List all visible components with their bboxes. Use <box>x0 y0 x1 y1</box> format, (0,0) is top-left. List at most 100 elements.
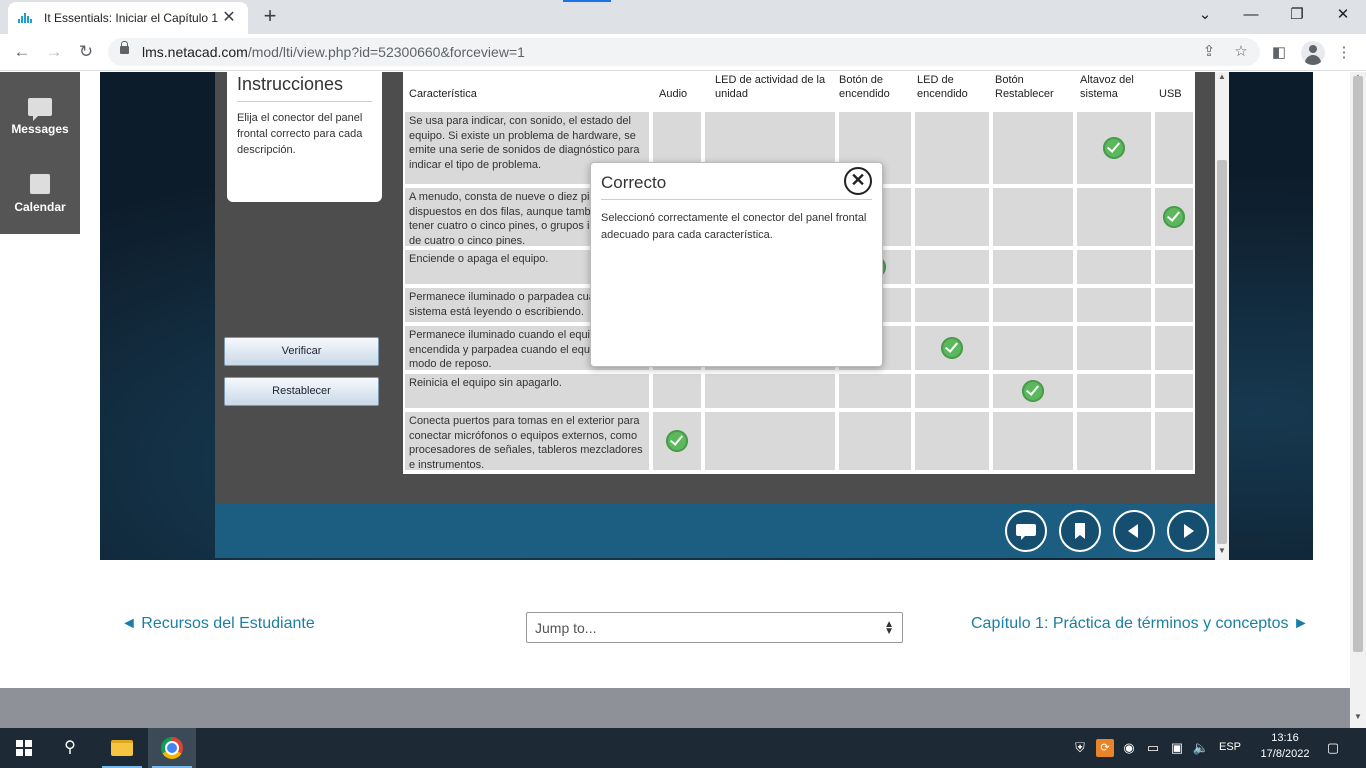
profile-avatar[interactable] <box>1301 41 1325 65</box>
chrome-icon <box>161 737 183 759</box>
header-power-button: Botón de encendido <box>839 74 890 100</box>
close-icon[interactable]: ✕ <box>844 167 872 195</box>
header-characteristic: Característica <box>409 88 477 100</box>
new-tab-button[interactable]: + <box>258 4 282 28</box>
previous-icon[interactable] <box>1113 510 1155 552</box>
tab-title: It Essentials: Iniciar el Capítulo 1 <box>44 11 219 25</box>
url-text[interactable]: lms.netacad.com/mod/lti/view.php?id=5230… <box>142 44 525 60</box>
drop-cell-reset-button[interactable] <box>993 326 1073 370</box>
correct-check-icon <box>941 337 963 359</box>
clock-date[interactable]: 17/8/2022 <box>1250 748 1320 760</box>
bookmark-star-icon[interactable]: ☆ <box>1230 42 1252 62</box>
browser-tab-strip: It Essentials: Iniciar el Capítulo 1 ✕ +… <box>0 0 1366 34</box>
correct-check-icon <box>1103 137 1125 159</box>
chrome-taskbar-button[interactable] <box>148 728 196 768</box>
minimize-window-button[interactable]: — <box>1228 0 1274 30</box>
page-content: Messages Calendar Instrucciones Elija el… <box>0 72 1350 728</box>
drop-cell-power-led[interactable] <box>915 412 989 470</box>
drop-cell-reset-button[interactable] <box>993 288 1073 322</box>
frame-scrollbar-thumb[interactable] <box>1217 160 1227 544</box>
prev-activity-link[interactable]: ◄ Recursos del Estudiante <box>121 615 315 633</box>
next-activity-link[interactable]: Capítulo 1: Práctica de términos y conce… <box>971 615 1309 633</box>
scroll-up-icon[interactable]: ▲ <box>1215 72 1229 81</box>
page-scroll-down-icon[interactable]: ▼ <box>1350 712 1366 721</box>
folder-icon <box>111 740 133 756</box>
language-indicator[interactable]: ESP <box>1216 741 1244 753</box>
meet-now-icon[interactable]: ▣ <box>1168 739 1186 757</box>
drop-cell-speaker[interactable] <box>1077 374 1151 408</box>
calendar-icon <box>30 174 50 194</box>
drop-cell-speaker[interactable] <box>1077 412 1151 470</box>
search-icon[interactable]: ⚲ <box>60 738 80 758</box>
drop-cell-usb[interactable] <box>1155 288 1193 322</box>
drop-cell-speaker[interactable] <box>1077 326 1151 370</box>
lms-sidebar: Messages Calendar <box>0 72 80 234</box>
windows-start-icon[interactable] <box>16 740 32 756</box>
drop-cell-speaker[interactable] <box>1077 250 1151 284</box>
header-usb: USB <box>1159 88 1182 100</box>
notifications-icon[interactable]: ▢ <box>1324 739 1342 757</box>
reset-button[interactable]: Restablecer <box>224 377 379 406</box>
comment-icon[interactable] <box>1005 510 1047 552</box>
restore-window-button[interactable]: ❐ <box>1274 0 1320 30</box>
back-icon[interactable]: ← <box>8 40 36 64</box>
bookmark-icon[interactable] <box>1059 510 1101 552</box>
network-icon[interactable]: ▭ <box>1144 739 1162 757</box>
address-bar[interactable]: lms.netacad.com/mod/lti/view.php?id=5230… <box>108 38 1260 66</box>
drop-cell-power-button[interactable] <box>839 412 911 470</box>
tab-search-dropdown-icon[interactable]: ⌄ <box>1182 0 1228 30</box>
drop-cell-usb[interactable] <box>1155 250 1193 284</box>
reload-icon[interactable]: ↻ <box>72 40 100 64</box>
verify-button[interactable]: Verificar <box>224 337 379 366</box>
sidebar-item-calendar[interactable]: Calendar <box>0 174 80 214</box>
player-control-bar <box>215 504 1215 558</box>
drop-cell-led-drive[interactable] <box>705 374 835 408</box>
drop-cell-speaker[interactable] <box>1077 188 1151 246</box>
page-scrollbar[interactable]: ▲ ▼ <box>1350 72 1366 728</box>
close-window-button[interactable]: ✕ <box>1320 0 1366 30</box>
drop-cell-reset-button[interactable] <box>993 112 1073 184</box>
drop-cell-power-led[interactable] <box>915 374 989 408</box>
messages-icon <box>28 98 52 121</box>
drop-cell-usb[interactable] <box>1155 374 1193 408</box>
drop-cell-audio[interactable] <box>653 374 701 408</box>
clock-time[interactable]: 13:16 <box>1250 732 1320 744</box>
drop-cell-speaker[interactable] <box>1077 288 1151 322</box>
address-toolbar: ← → ↻ lms.netacad.com/mod/lti/view.php?i… <box>0 34 1366 71</box>
drop-cell-usb[interactable] <box>1155 412 1193 470</box>
frame-scrollbar[interactable]: ▲ ▼ <box>1215 72 1229 560</box>
drop-cell-power-led[interactable] <box>915 188 989 246</box>
forward-icon[interactable]: → <box>40 40 68 64</box>
correct-check-icon <box>1022 380 1044 402</box>
volume-muted-icon[interactable]: 🔈 <box>1192 739 1210 757</box>
drop-cell-usb[interactable] <box>1155 112 1193 184</box>
drop-cell-usb[interactable] <box>1155 326 1193 370</box>
orange-app-tray-icon[interactable]: ⟳ <box>1096 739 1114 757</box>
security-shield-icon[interactable]: ⛨ <box>1071 739 1089 757</box>
chrome-menu-icon[interactable]: ⋮ <box>1333 42 1355 64</box>
windows-taskbar: ⚲ ⛨ ⟳ ◉ ▭ ▣ 🔈 ESP 13:16 17/8/2022 ▢ <box>0 728 1366 768</box>
next-icon[interactable] <box>1167 510 1209 552</box>
camera-icon[interactable]: ◉ <box>1120 739 1138 757</box>
sidebar-item-messages[interactable]: Messages <box>0 98 80 136</box>
drop-cell-power-led[interactable] <box>915 250 989 284</box>
sidebar-item-label: Messages <box>11 122 69 136</box>
scroll-down-icon[interactable]: ▼ <box>1215 546 1229 555</box>
jump-to-placeholder: Jump to... <box>535 620 597 636</box>
drop-cell-reset-button[interactable] <box>993 188 1073 246</box>
page-scrollbar-thumb[interactable] <box>1353 76 1363 652</box>
page-footer <box>0 688 1350 728</box>
header-power-led: LED de encendido <box>917 74 968 100</box>
side-panel-icon[interactable]: ◧ <box>1268 42 1290 64</box>
drop-cell-reset-button[interactable] <box>993 250 1073 284</box>
drop-cell-led-drive[interactable] <box>705 412 835 470</box>
share-icon[interactable]: ⇪ <box>1198 42 1220 62</box>
drop-cell-reset-button[interactable] <box>993 412 1073 470</box>
drop-cell-power-button[interactable] <box>839 374 911 408</box>
jump-to-select[interactable]: Jump to... ▲ ▼ <box>526 612 903 643</box>
file-explorer-taskbar-button[interactable] <box>98 728 146 768</box>
drop-cell-power-led[interactable] <box>915 288 989 322</box>
browser-tab[interactable]: It Essentials: Iniciar el Capítulo 1 ✕ <box>8 2 248 34</box>
drop-cell-power-led[interactable] <box>915 112 989 184</box>
tab-close-icon[interactable]: ✕ <box>220 10 238 26</box>
